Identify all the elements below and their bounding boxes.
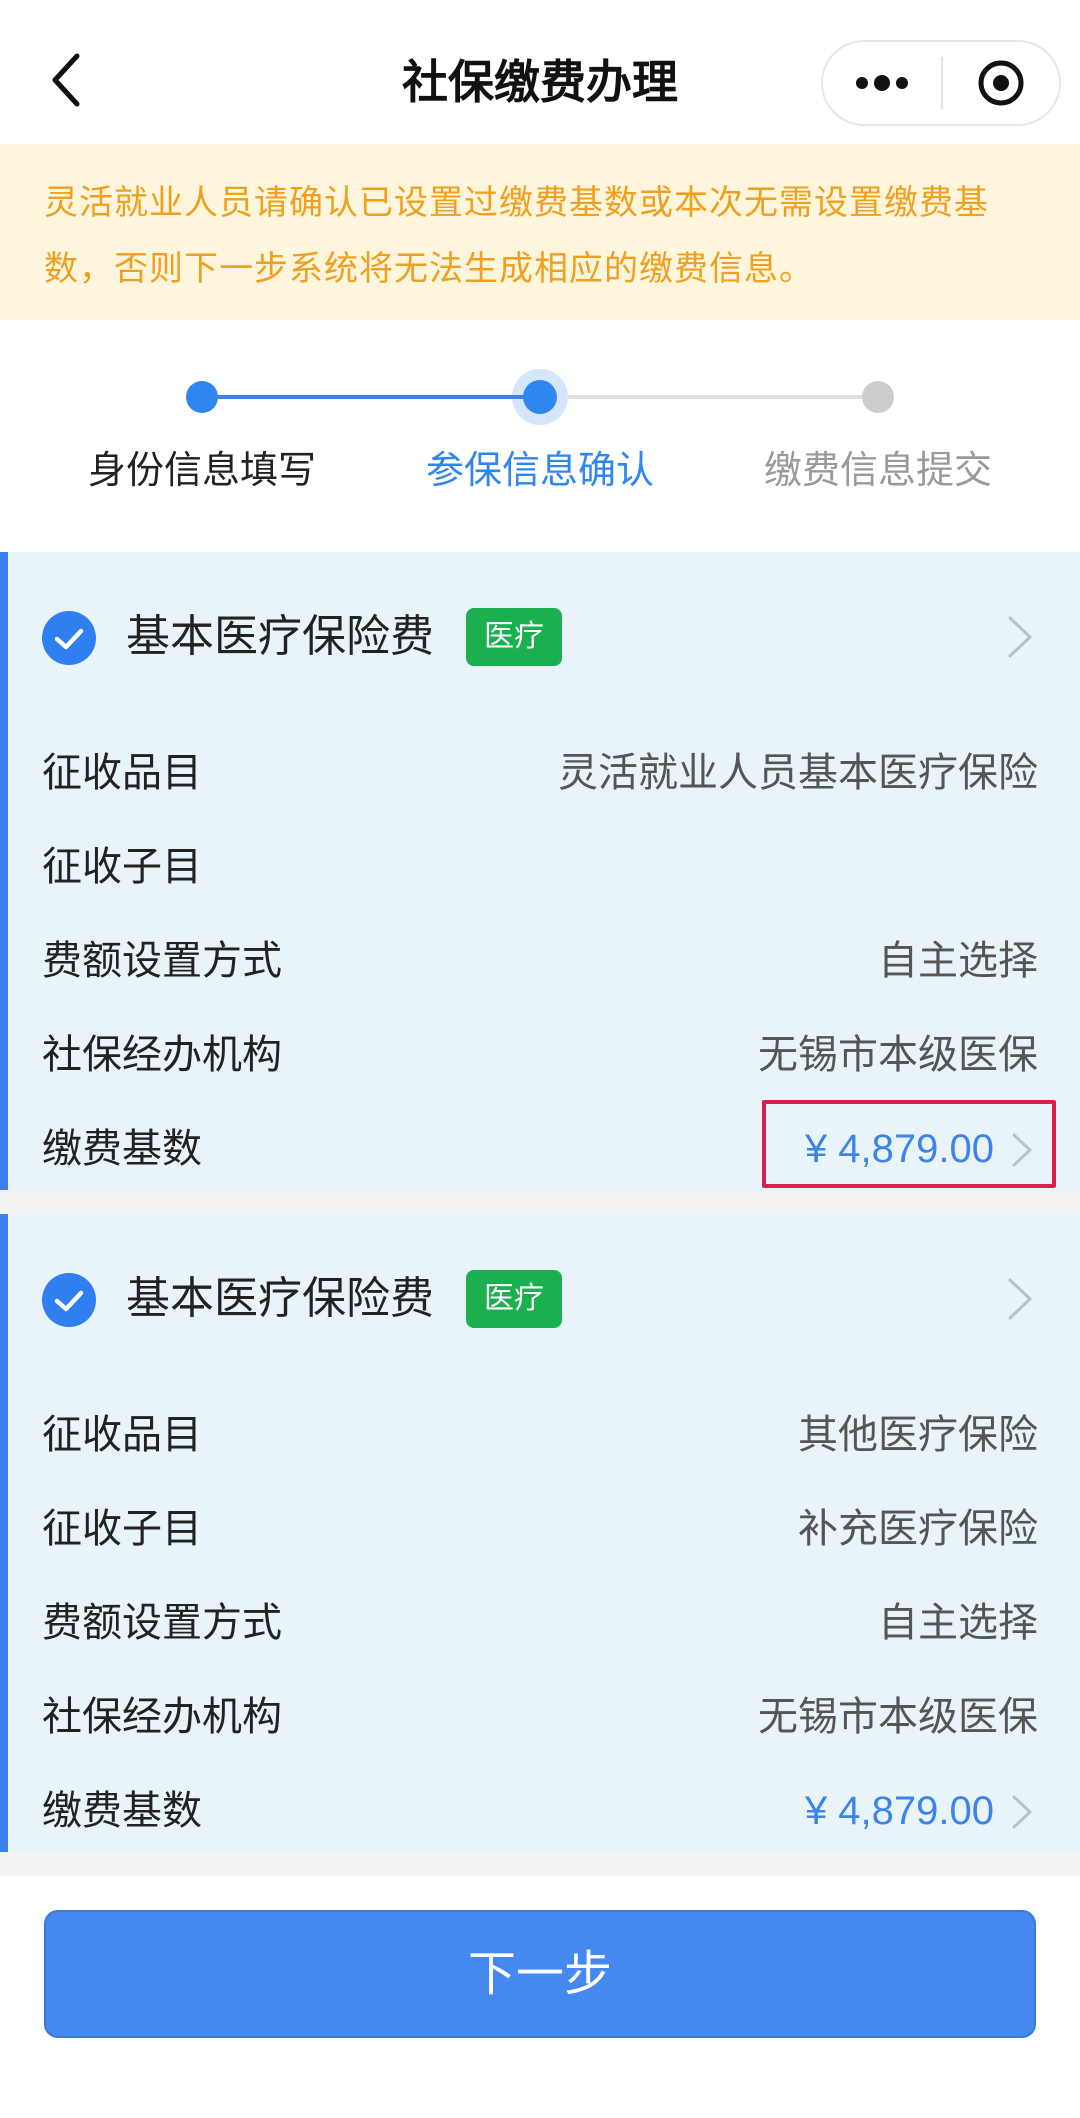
row-value: 自主选择 xyxy=(878,1600,1038,1646)
row-label: 征收品目 xyxy=(42,1412,202,1458)
row-label: 缴费基数 xyxy=(42,1788,202,1834)
insurance-card[interactable]: 基本医疗保险费 医疗 征收品目 其他医疗保险 征收子目 补充医疗保险 费额设置方… xyxy=(0,1214,1080,1852)
card-title: 基本医疗保险费 xyxy=(126,1273,434,1324)
highlight-box xyxy=(762,1100,1056,1188)
row-label: 征收子目 xyxy=(42,1506,202,1552)
info-row: 费额设置方式 自主选择 xyxy=(0,1576,1080,1670)
check-circle-icon[interactable] xyxy=(42,1273,96,1327)
more-button[interactable] xyxy=(823,42,941,124)
step-dot-current xyxy=(512,369,568,425)
row-value: 灵活就业人员基本医疗保险 xyxy=(558,750,1038,796)
step-label-insurance: 参保信息确认 xyxy=(425,448,654,492)
page: 社保缴费办理 灵活就业人员请确认已设置过缴费基数或本次无需设置缴费基数，否则下一… xyxy=(0,0,1080,2118)
category-tag: 医疗 xyxy=(466,608,562,666)
row-value: 无锡市本级医保 xyxy=(758,1032,1038,1078)
mini-program-capsule xyxy=(821,40,1061,126)
step-dot-done xyxy=(186,381,218,413)
info-row: 社保经办机构 无锡市本级医保 xyxy=(0,1008,1080,1102)
row-value: 自主选择 xyxy=(878,938,1038,984)
card-header[interactable]: 基本医疗保险费 医疗 xyxy=(0,552,1080,722)
row-label: 费额设置方式 xyxy=(42,938,282,984)
info-row: 征收品目 灵活就业人员基本医疗保险 xyxy=(0,726,1080,820)
row-label: 社保经办机构 xyxy=(42,1032,282,1078)
close-button[interactable] xyxy=(943,42,1059,124)
category-tag: 医疗 xyxy=(466,1270,562,1328)
info-row: 征收品目 其他医疗保险 xyxy=(0,1388,1080,1482)
chevron-right-icon[interactable] xyxy=(1004,1276,1034,1322)
notice-banner: 灵活就业人员请确认已设置过缴费基数或本次无需设置缴费基数，否则下一步系统将无法生… xyxy=(0,144,1080,320)
info-row: 征收子目 补充医疗保险 xyxy=(0,1482,1080,1576)
info-row: 费额设置方式 自主选择 xyxy=(0,914,1080,1008)
check-circle-icon[interactable] xyxy=(42,611,96,665)
row-label: 征收品目 xyxy=(42,750,202,796)
step-line-pending xyxy=(568,395,878,399)
target-circle-icon xyxy=(978,60,1024,106)
nav-bar: 社保缴费办理 xyxy=(0,0,1080,144)
step-dot-pending xyxy=(862,381,894,413)
row-value: 补充医疗保险 xyxy=(798,1506,1038,1552)
card-title: 基本医疗保险费 xyxy=(126,611,434,662)
step-line-done xyxy=(202,395,538,399)
row-label: 社保经办机构 xyxy=(42,1694,282,1740)
next-step-button[interactable]: 下一步 xyxy=(44,1910,1036,2038)
payment-base-value[interactable]: ¥ 4,879.00 xyxy=(805,1764,994,1858)
insurance-card[interactable]: 基本医疗保险费 医疗 征收品目 灵活就业人员基本医疗保险 征收子目 费额设置方式… xyxy=(0,552,1080,1190)
more-dots-icon xyxy=(856,75,908,91)
chevron-right-icon[interactable] xyxy=(1010,1794,1034,1830)
row-label: 缴费基数 xyxy=(42,1126,202,1172)
bottom-bar: 下一步 xyxy=(0,1876,1080,2118)
step-label-identity: 身份信息填写 xyxy=(87,448,316,492)
info-row: 征收子目 xyxy=(0,820,1080,914)
row-value: 其他医疗保险 xyxy=(798,1412,1038,1458)
chevron-right-icon[interactable] xyxy=(1004,614,1034,660)
row-label: 费额设置方式 xyxy=(42,1600,282,1646)
info-row: 社保经办机构 无锡市本级医保 xyxy=(0,1670,1080,1764)
step-label-payment: 缴费信息提交 xyxy=(763,448,992,492)
row-value: 无锡市本级医保 xyxy=(758,1694,1038,1740)
payment-base-row[interactable]: 缴费基数 ¥ 4,879.00 xyxy=(0,1764,1080,1858)
card-header[interactable]: 基本医疗保险费 医疗 xyxy=(0,1214,1080,1384)
row-label: 征收子目 xyxy=(42,844,202,890)
progress-steps: 身份信息填写 参保信息确认 缴费信息提交 xyxy=(0,320,1080,552)
